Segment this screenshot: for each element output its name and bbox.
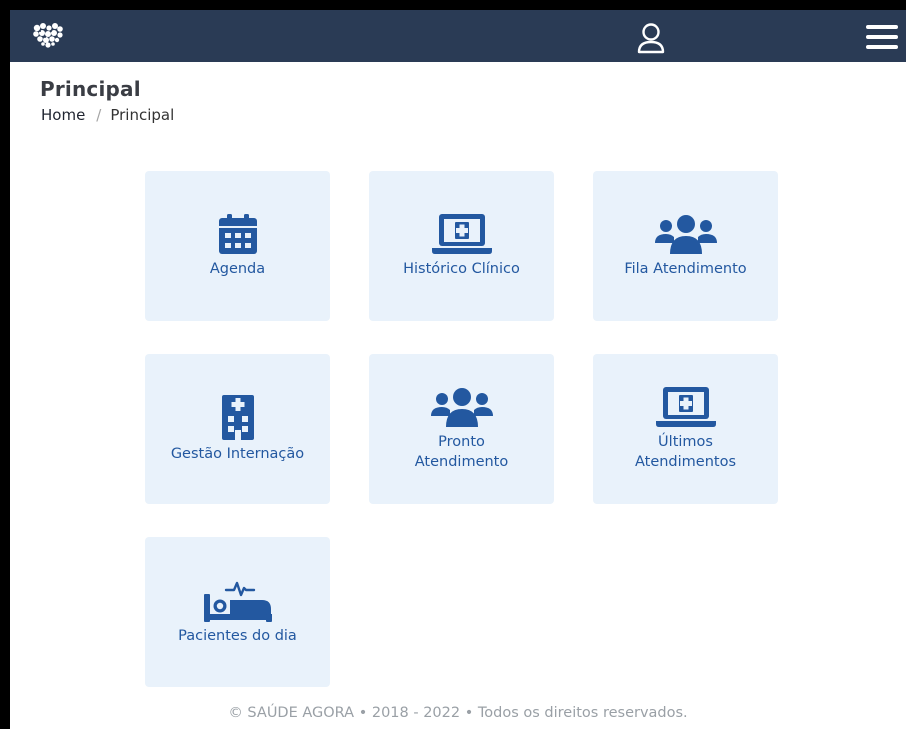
tile-pacientes-do-dia[interactable]: Pacientes do dia [145,537,330,687]
tile-historico-clinico-label: Histórico Clínico [403,260,520,277]
breadcrumb-current: Principal [110,106,175,124]
tile-pronto-atendimento-label: Pronto Atendimento [414,433,509,470]
hospital-icon [221,394,254,440]
breadcrumb-separator: / [96,106,102,124]
tile-agenda[interactable]: Agenda [145,171,330,321]
page-title: Principal [40,77,141,101]
footer-copyright: © SAÚDE AGORA • 2018 - 2022 • Todos os d… [228,705,688,721]
tile-pronto-atendimento[interactable]: Pronto Atendimento [369,354,554,504]
breadcrumb: Home / Principal [41,106,174,124]
page: Principal Home / Principal Agenda Históric… [10,10,906,729]
tile-ultimos-atendimentos[interactable]: Últimos Atendimentos [593,354,778,504]
tile-historico-clinico[interactable]: Histórico Clínico [369,171,554,321]
calendar-icon [218,213,257,254]
tile-gestao-internacao[interactable]: Gestão Internação [145,354,330,504]
user-icon[interactable] [636,22,666,54]
laptop-medical-icon [655,386,716,427]
tile-ultimos-atendimentos-label: Últimos Atendimentos [634,433,737,470]
hamburger-menu-icon[interactable] [866,23,898,51]
laptop-medical-icon [431,213,492,254]
top-navbar [10,10,906,62]
tile-gestao-internacao-label: Gestão Internação [170,445,305,462]
tile-agenda-label: Agenda [209,260,266,277]
breadcrumb-home-link[interactable]: Home [41,106,85,124]
tile-pacientes-do-dia-label: Pacientes do dia [178,627,297,644]
tile-fila-atendimento-label: Fila Atendimento [624,260,747,277]
users-icon [430,387,493,427]
heart-logo-icon[interactable] [32,22,64,48]
users-icon [654,214,717,254]
tile-fila-atendimento[interactable]: Fila Atendimento [593,171,778,321]
bed-pulse-icon [203,581,272,622]
